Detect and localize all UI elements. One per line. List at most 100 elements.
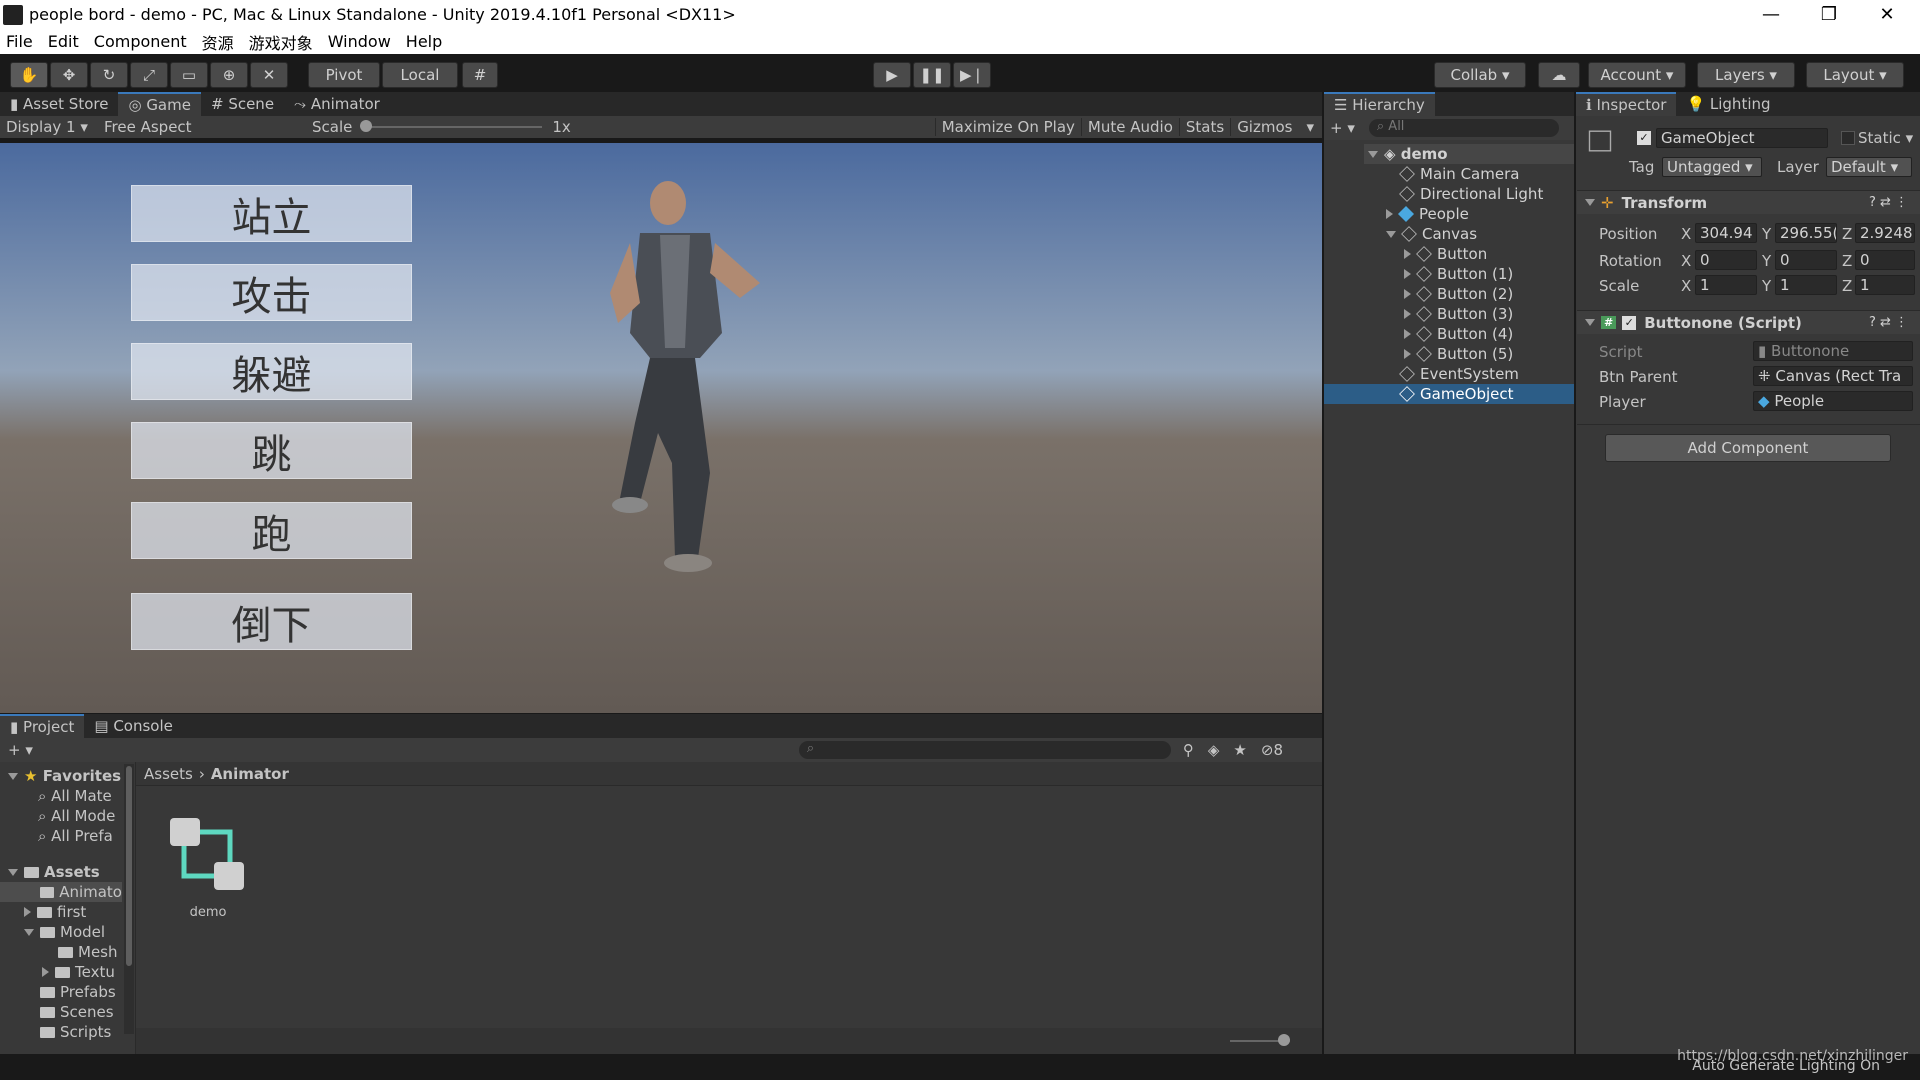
folder-mesh[interactable]: Mesh bbox=[58, 942, 122, 962]
local-toggle[interactable]: Local bbox=[382, 62, 458, 88]
folder-scenes[interactable]: Scenes bbox=[40, 1002, 114, 1022]
rotation-x-field[interactable]: 0 bbox=[1695, 250, 1757, 270]
transform-help-icon[interactable]: ? ⇄ ⋮ bbox=[1869, 195, 1908, 210]
tab-console[interactable]: ▤ Console bbox=[84, 714, 183, 738]
project-search-input[interactable]: ⌕ bbox=[798, 741, 1171, 759]
pivot-toggle[interactable]: Pivot bbox=[308, 62, 380, 88]
fall-button[interactable]: 倒下 bbox=[131, 593, 412, 650]
layer-dropdown[interactable]: Default ▾ bbox=[1826, 157, 1912, 177]
favorite-all-prefabs[interactable]: ⌕ All Prefa bbox=[38, 826, 128, 846]
gizmos-dropdown[interactable]: Gizmos bbox=[1230, 118, 1298, 136]
static-checkbox[interactable] bbox=[1841, 131, 1855, 145]
hierarchy-item-button-3[interactable]: Button (3) bbox=[1404, 304, 1513, 324]
rotation-z-field[interactable]: 0 bbox=[1855, 250, 1915, 270]
menu-help[interactable]: Help bbox=[406, 32, 442, 51]
jump-button[interactable]: 跳 bbox=[131, 422, 412, 479]
filter-type-icon[interactable]: ⚲ bbox=[1183, 741, 1194, 759]
breadcrumb-assets[interactable]: Assets bbox=[144, 765, 193, 783]
favorites-header[interactable]: ★ Favorites bbox=[8, 766, 121, 786]
run-button[interactable]: 跑 bbox=[131, 502, 412, 559]
close-button[interactable]: ✕ bbox=[1858, 0, 1916, 29]
scale-x-field[interactable]: 1 bbox=[1695, 275, 1757, 295]
btn-parent-field[interactable]: ⁜ Canvas (Rect Tra bbox=[1753, 366, 1913, 386]
hierarchy-search-input[interactable]: ⌕ All bbox=[1368, 119, 1559, 137]
breadcrumb-animator[interactable]: Animator bbox=[211, 765, 289, 783]
menu-gameobject[interactable]: 游戏对象 bbox=[249, 30, 313, 54]
folder-first[interactable]: first bbox=[24, 902, 86, 922]
folder-animator[interactable]: Animato bbox=[40, 882, 122, 902]
menu-file[interactable]: File bbox=[6, 32, 33, 51]
attack-button[interactable]: 攻击 bbox=[131, 264, 412, 321]
menu-window[interactable]: Window bbox=[328, 32, 391, 51]
gizmos-chevron-icon[interactable]: ▾ bbox=[1298, 118, 1322, 136]
project-add-icon[interactable]: + ▾ bbox=[8, 741, 33, 759]
hierarchy-item-button-1[interactable]: Button (1) bbox=[1404, 264, 1513, 284]
hand-tool-button[interactable]: ✋ bbox=[10, 62, 48, 88]
active-checkbox[interactable]: ✓ bbox=[1637, 131, 1651, 145]
hierarchy-item-button-5[interactable]: Button (5) bbox=[1404, 344, 1513, 364]
custom-tool-button[interactable]: ✕ bbox=[250, 62, 288, 88]
assets-header[interactable]: Assets bbox=[8, 862, 100, 882]
grid-snap-button[interactable]: # bbox=[462, 62, 498, 88]
dodge-button[interactable]: 躲避 bbox=[131, 343, 412, 400]
folder-textures[interactable]: Textu bbox=[42, 962, 122, 982]
maximize-button[interactable]: ❐ bbox=[1800, 0, 1858, 29]
filter-label-icon[interactable]: ◈ bbox=[1208, 741, 1220, 759]
scale-y-field[interactable]: 1 bbox=[1775, 275, 1837, 295]
scale-z-field[interactable]: 1 bbox=[1855, 275, 1915, 295]
object-name-input[interactable]: GameObject bbox=[1656, 128, 1828, 148]
script-help-icon[interactable]: ? ⇄ ⋮ bbox=[1869, 315, 1908, 330]
tab-animator[interactable]: ⤳ Animator bbox=[284, 92, 390, 116]
tab-asset-store[interactable]: ▮ Asset Store bbox=[0, 92, 118, 116]
rotation-y-field[interactable]: 0 bbox=[1775, 250, 1837, 270]
layout-dropdown[interactable]: Layout ▾ bbox=[1806, 62, 1904, 88]
menu-component[interactable]: Component bbox=[94, 32, 187, 51]
hierarchy-item-eventsystem[interactable]: EventSystem bbox=[1399, 364, 1519, 384]
minimize-button[interactable]: — bbox=[1742, 0, 1800, 29]
icon-size-slider[interactable] bbox=[1230, 1034, 1290, 1046]
position-x-field[interactable]: 304.94 bbox=[1695, 223, 1757, 243]
hierarchy-item-directional-light[interactable]: Directional Light bbox=[1399, 184, 1543, 204]
scale-slider[interactable] bbox=[360, 120, 543, 132]
script-enabled-checkbox[interactable]: ✓ bbox=[1622, 315, 1637, 330]
static-dropdown[interactable]: Static ▾ bbox=[1858, 129, 1913, 147]
favorite-all-materials[interactable]: ⌕ All Mate bbox=[38, 786, 128, 806]
position-z-field[interactable]: 2.9248 bbox=[1855, 223, 1915, 243]
step-button[interactable]: ▶❘ bbox=[953, 62, 991, 88]
favorite-all-models[interactable]: ⌕ All Mode bbox=[38, 806, 128, 826]
hierarchy-item-canvas[interactable]: Canvas bbox=[1386, 224, 1477, 244]
hierarchy-item-button-4[interactable]: Button (4) bbox=[1404, 324, 1513, 344]
cloud-button[interactable]: ☁ bbox=[1538, 62, 1580, 88]
favorites-star-icon[interactable]: ★ bbox=[1233, 741, 1246, 759]
hierarchy-item-button-2[interactable]: Button (2) bbox=[1404, 284, 1513, 304]
pause-button[interactable]: ❚❚ bbox=[913, 62, 951, 88]
player-field[interactable]: ◆ People bbox=[1753, 391, 1913, 411]
stats-toggle[interactable]: Stats bbox=[1178, 118, 1230, 136]
tab-project[interactable]: ▮ Project bbox=[0, 714, 85, 738]
tag-dropdown[interactable]: Untagged ▾ bbox=[1662, 157, 1762, 177]
hierarchy-add-icon[interactable]: + ▾ bbox=[1330, 119, 1355, 137]
hierarchy-item-gameobject[interactable]: GameObject bbox=[1399, 384, 1514, 404]
mute-audio-toggle[interactable]: Mute Audio bbox=[1080, 118, 1179, 136]
position-y-field[interactable]: 296.55( bbox=[1775, 223, 1837, 243]
tab-game[interactable]: ◎ Game bbox=[118, 92, 201, 116]
transform-header[interactable]: ✛ Transform ? ⇄ ⋮ bbox=[1577, 190, 1920, 214]
menu-assets[interactable]: 资源 bbox=[202, 30, 234, 54]
account-dropdown[interactable]: Account ▾ bbox=[1588, 62, 1686, 88]
collab-dropdown[interactable]: Collab ▾ bbox=[1434, 62, 1526, 88]
move-tool-button[interactable]: ✥ bbox=[50, 62, 88, 88]
stand-button[interactable]: 站立 bbox=[131, 185, 412, 242]
display-dropdown[interactable]: Display 1 ▾ bbox=[6, 118, 98, 136]
folder-scripts[interactable]: Scripts bbox=[40, 1022, 111, 1042]
hidden-packages-icon[interactable]: ⊘8 bbox=[1261, 741, 1283, 759]
tree-scrollbar[interactable] bbox=[124, 764, 134, 1034]
rect-tool-button[interactable]: ▭ bbox=[170, 62, 208, 88]
scale-tool-button[interactable]: ⤢ bbox=[130, 62, 168, 88]
tab-scene[interactable]: # Scene bbox=[201, 92, 284, 116]
rotate-tool-button[interactable]: ↻ bbox=[90, 62, 128, 88]
animator-controller-icon[interactable] bbox=[168, 816, 248, 896]
transform-tool-button[interactable]: ⊕ bbox=[210, 62, 248, 88]
add-component-button[interactable]: Add Component bbox=[1605, 434, 1891, 462]
tab-hierarchy[interactable]: ☰ Hierarchy bbox=[1324, 92, 1435, 116]
play-button[interactable]: ▶ bbox=[873, 62, 911, 88]
